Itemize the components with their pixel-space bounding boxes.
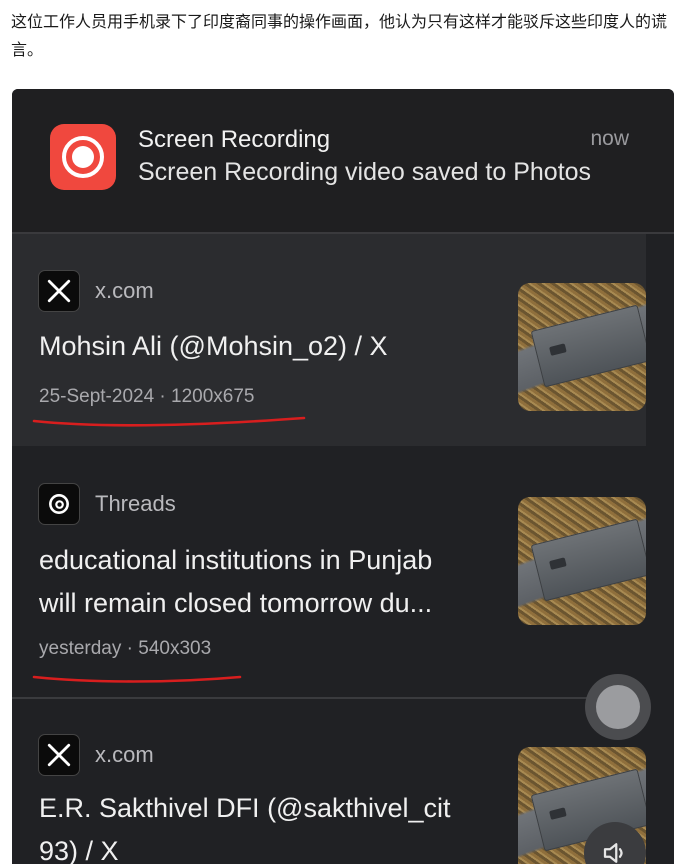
- notification-body: Screen Recording video saved to Photos: [138, 158, 592, 186]
- result-title-line-1[interactable]: educational institutions in Punjab: [39, 539, 499, 582]
- result-title-line-2[interactable]: will remain closed tomorrow du...: [39, 582, 499, 625]
- phone-screen: Screen Recording Screen Recording video …: [12, 89, 674, 864]
- result-title-line-2[interactable]: 93) / X: [39, 830, 499, 864]
- result-source: x.com: [95, 278, 154, 303]
- search-result-1[interactable]: x.com Mohsin Ali (@Mohsin_o2) / X 25-Sep…: [12, 234, 646, 446]
- x-logo-icon: [38, 734, 80, 776]
- screen-recording-icon: [50, 124, 116, 190]
- result-title-line-1[interactable]: E.R. Sakthivel DFI (@sakthivel_cit: [39, 787, 499, 830]
- result-title[interactable]: Mohsin Ali (@Mohsin_o2) / X: [39, 325, 499, 368]
- result-source: x.com: [95, 742, 154, 767]
- search-result-2[interactable]: Threads educational institutions in Punj…: [12, 446, 646, 699]
- result-meta: 25-Sept-2024 · 1200x675: [39, 386, 255, 407]
- x-logo-icon: [38, 270, 80, 312]
- notification-time: now: [590, 127, 629, 150]
- result-thumbnail[interactable]: [518, 497, 646, 625]
- result-meta: yesterday · 540x303: [39, 638, 212, 659]
- article-caption: 这位工作人员用手机录下了印度裔同事的操作画面，他认为只有这样才能驳斥这些印度人的…: [11, 12, 668, 59]
- result-thumbnail[interactable]: [518, 283, 646, 411]
- notification-banner[interactable]: Screen Recording Screen Recording video …: [12, 89, 674, 234]
- notification-title: Screen Recording: [138, 126, 331, 153]
- threads-logo-icon: [38, 483, 80, 525]
- result-source: Threads: [95, 491, 176, 516]
- search-result-3[interactable]: x.com E.R. Sakthivel DFI (@sakthivel_cit…: [12, 699, 646, 864]
- assistive-touch-button[interactable]: [585, 674, 651, 740]
